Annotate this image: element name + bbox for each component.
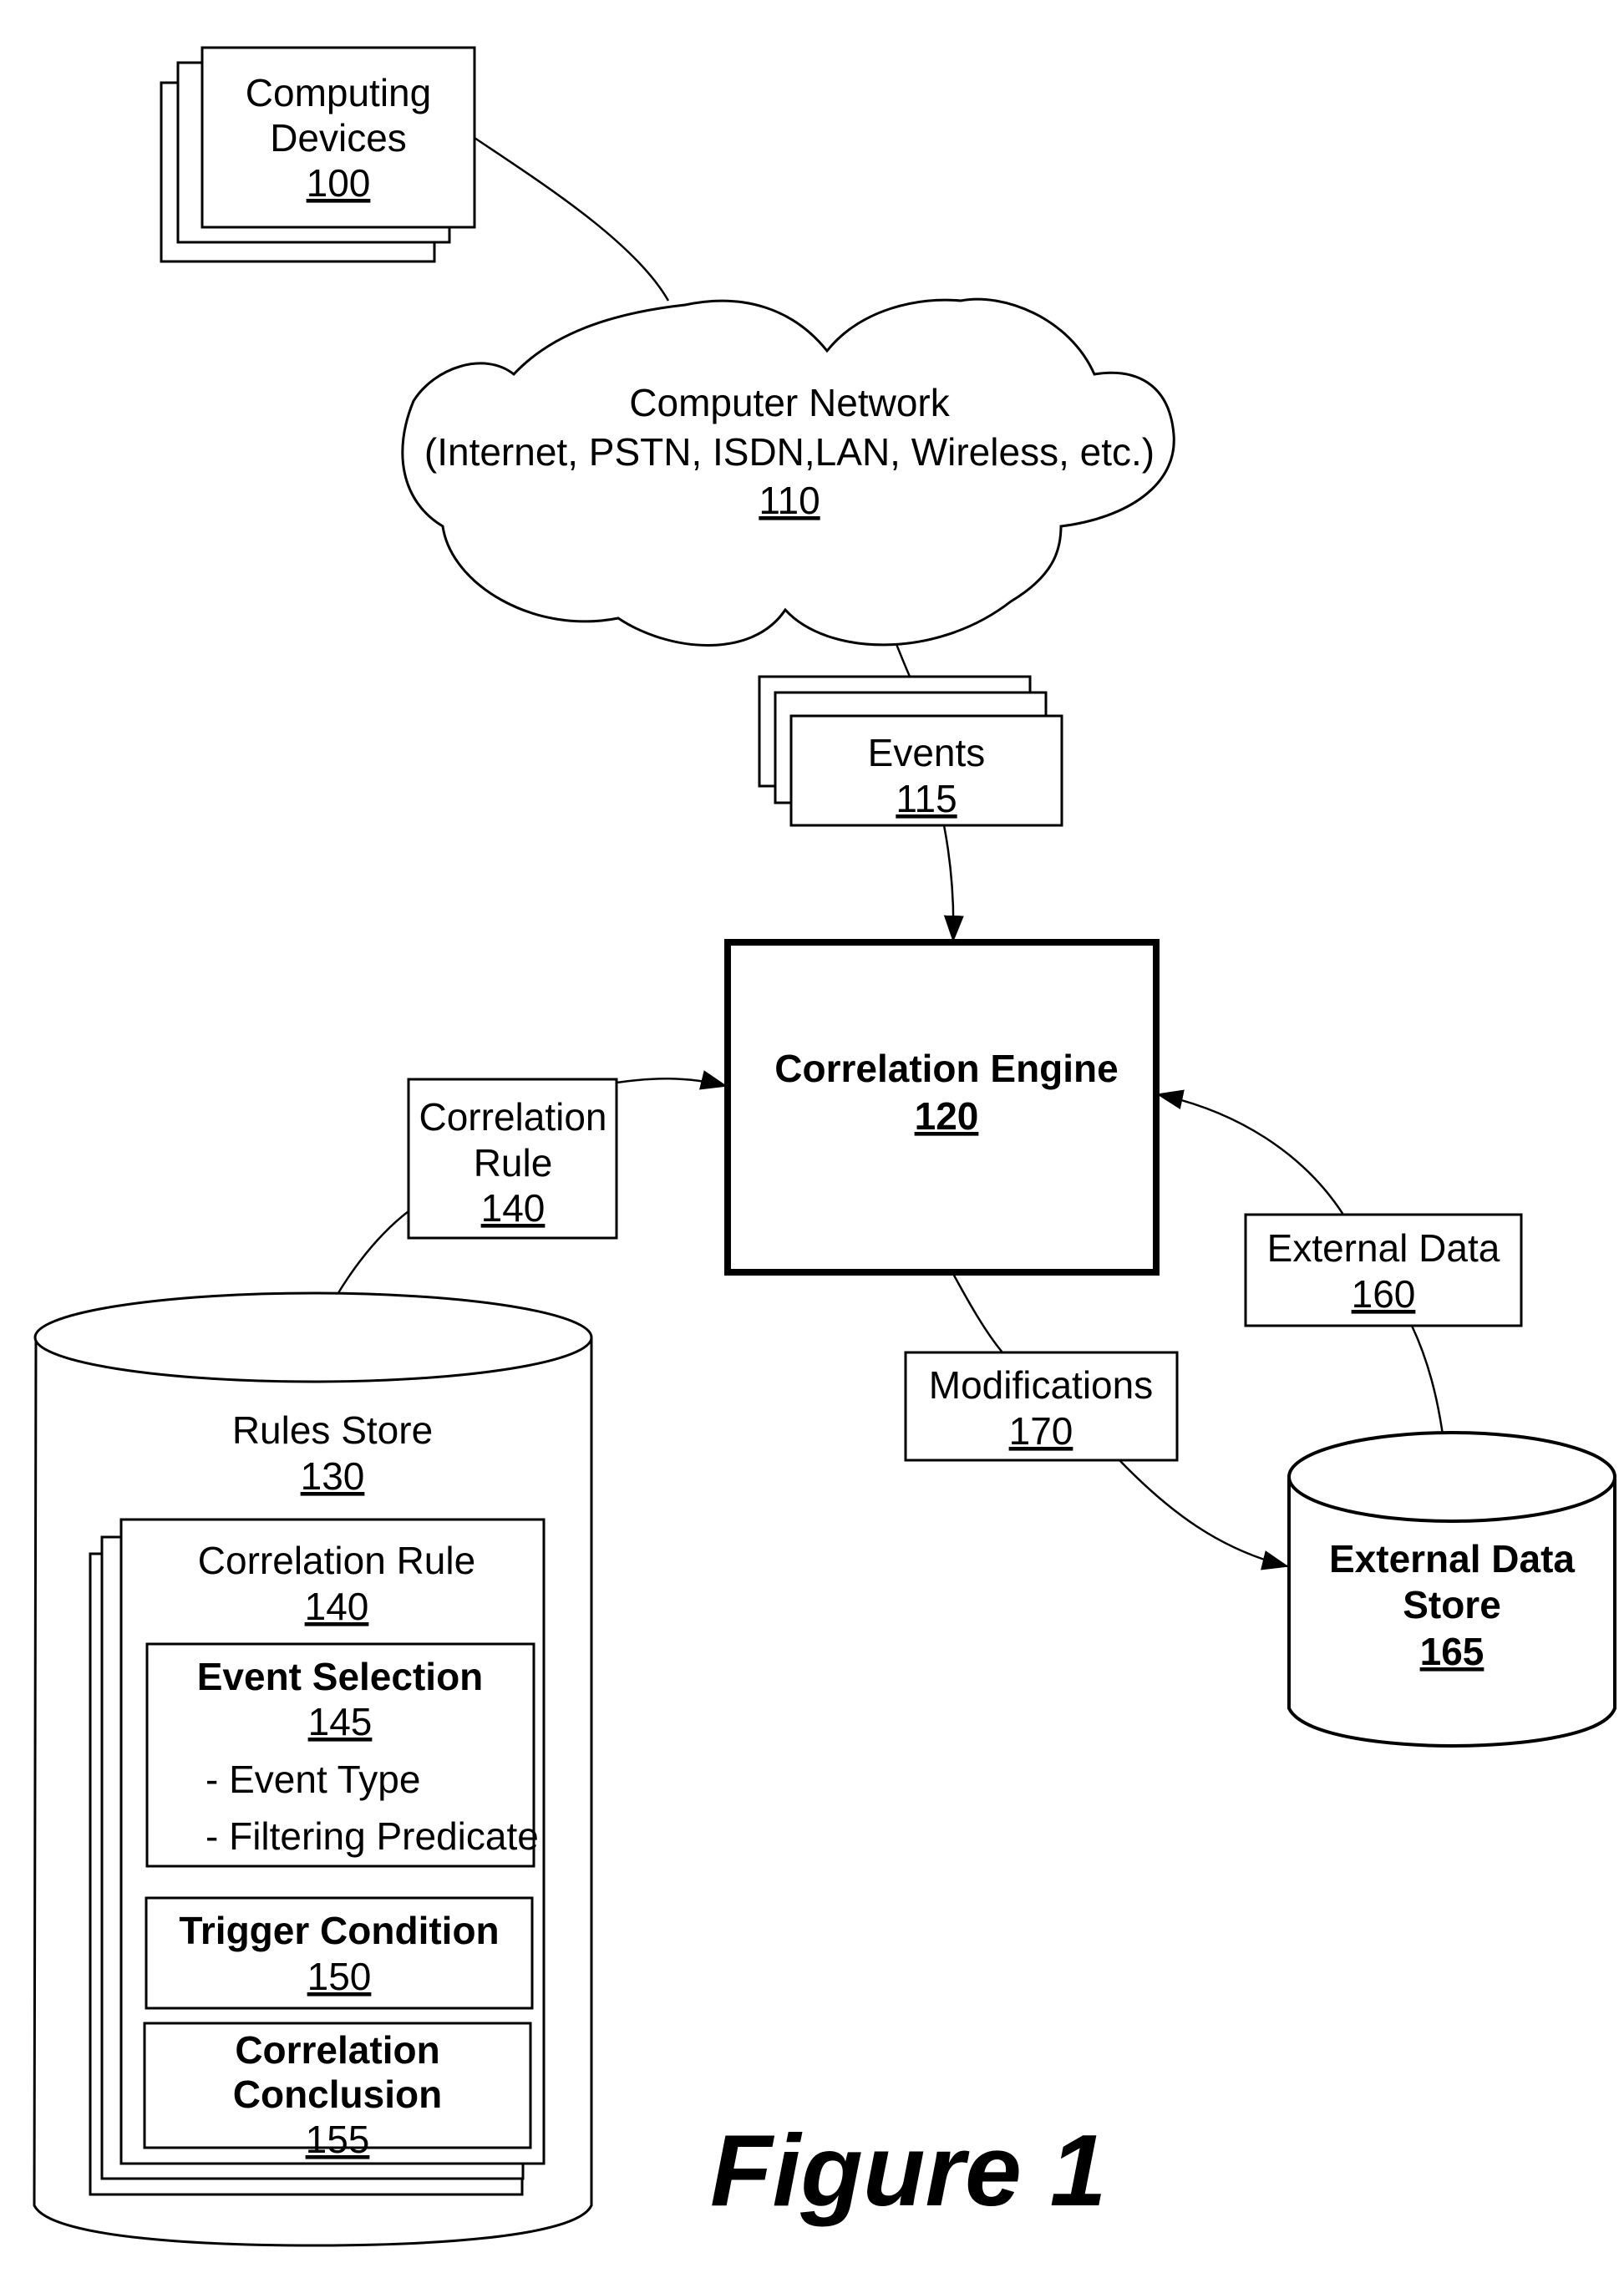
correlation-engine-node: Correlation Engine 120 [724,939,1160,1276]
computing-devices-ref: 100 [307,161,371,205]
external-data-store-node: External Data Store 165 [1287,1431,1616,1748]
rule-ref: 140 [305,1585,369,1628]
computing-devices-label-line1: Computing [246,71,431,114]
events-ref: 115 [896,777,957,820]
modifications-ref: 170 [1009,1409,1073,1453]
computing-devices-node: Computing Devices 100 [160,46,476,263]
arrow-modifications-to-store [1119,1459,1289,1570]
correlation-engine-label: Correlation Engine [774,1047,1118,1090]
arrow-external-data-to-engine [1156,1089,1345,1215]
external-data-ref: 160 [1352,1272,1416,1316]
event-selection-ref: 145 [308,1700,373,1743]
arrow-events-to-engine [942,824,964,942]
correlation-rule-message-line1: Correlation [419,1095,607,1139]
modifications-label: Modifications [929,1363,1153,1407]
external-data-label: External Data [1267,1226,1500,1270]
trigger-condition-label: Trigger Condition [179,1909,499,1952]
external-data-store-line1: External Data [1329,1537,1575,1580]
network-label-line2: (Internet, PSTN, ISDN,LAN, Wireless, etc… [424,430,1155,474]
event-selection-item-filtering-predicate: - Filtering Predicate [206,1814,539,1858]
external-data-node: External Data 160 [1244,1213,1523,1327]
connector-engine-to-modifications [951,1271,1003,1353]
correlation-engine-ref: 120 [915,1094,979,1138]
correlation-conclusion-line2: Conclusion [233,2073,442,2116]
external-data-store-cylinder-top [1287,1431,1616,1523]
computer-network-node: Computer Network (Internet, PSTN, ISDN,L… [401,297,1175,647]
network-ref: 110 [759,479,820,522]
correlation-rule-message-line2: Rule [474,1141,553,1185]
network-label-line1: Computer Network [629,381,950,424]
patent-diagram: Computing Devices 100 Computer Network (… [33,46,1616,2247]
correlation-conclusion-ref: 155 [306,2118,370,2161]
rules-store-node: Rules Store 130 Correlation Rule 140 Eve… [33,1291,593,2247]
event-selection-label: Event Selection [197,1655,484,1698]
figure-caption: Figure 1 [710,2113,1107,2227]
correlation-rule-message-node: Correlation Rule 140 [407,1078,618,1240]
trigger-condition-ref: 150 [307,1955,372,1998]
event-selection-item-event-type: - Event Type [206,1758,420,1801]
external-data-store-line2: Store [1403,1583,1501,1626]
rule-label: Correlation Rule [198,1539,475,1582]
arrow-rule-to-engine [616,1070,728,1090]
computing-devices-label-line2: Devices [270,116,407,160]
external-data-store-ref: 165 [1420,1630,1484,1673]
correlation-rule-message-ref: 140 [481,1186,546,1230]
correlation-conclusion-line1: Correlation [235,2028,439,2072]
rules-store-label: Rules Store [232,1408,433,1452]
rules-store-ref: 130 [301,1454,365,1498]
rules-store-cylinder-top [33,1291,593,1383]
events-node: Events 115 [758,675,1063,827]
events-label: Events [868,731,986,774]
connector-devices-to-network [474,136,670,302]
modifications-node: Modifications 170 [904,1351,1179,1462]
